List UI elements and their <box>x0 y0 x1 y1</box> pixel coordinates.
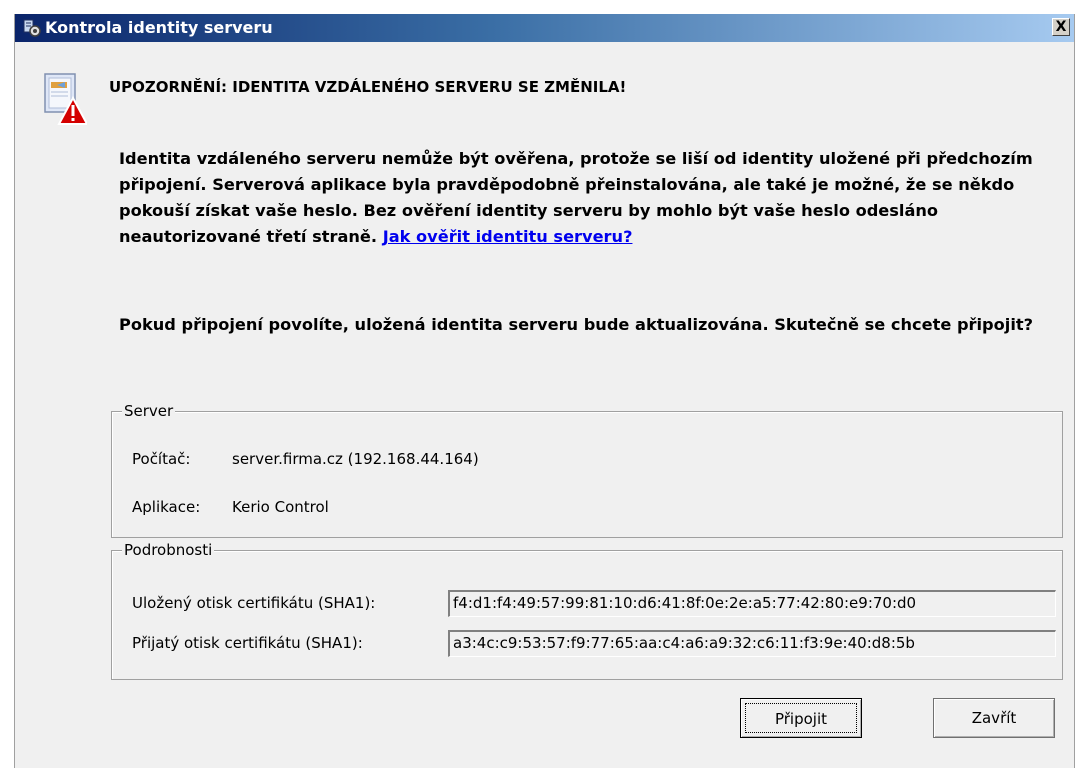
server-groupbox: Server Počítač: server.firma.cz (192.168… <box>111 402 1063 538</box>
dialog-window: Kontrola identity serveru X UPOZORNĚNÍ: … <box>14 14 1075 768</box>
computer-value: server.firma.cz (192.168.44.164) <box>232 450 479 468</box>
received-fingerprint-label: Přijatý otisk certifikátu (SHA1): <box>132 634 363 652</box>
application-label: Aplikace: <box>132 498 201 516</box>
confirm-question: Pokud připojení povolíte, uložená identi… <box>119 315 1033 334</box>
stored-fingerprint-field[interactable]: f4:d1:f4:49:57:99:81:10:d6:41:8f:0e:2e:a… <box>448 590 1056 617</box>
close-icon[interactable]: X <box>1052 18 1070 36</box>
certificate-warning-icon <box>41 72 89 126</box>
title-bar[interactable]: Kontrola identity serveru X <box>15 14 1074 42</box>
verify-identity-link[interactable]: Jak ověřit identitu serveru? <box>383 227 633 246</box>
details-legend: Podrobnosti <box>122 541 215 559</box>
connect-button[interactable]: Připojit <box>740 698 862 738</box>
connect-button-label: Připojit <box>745 703 857 733</box>
received-fingerprint-field[interactable]: a3:4c:c9:53:57:f9:77:65:aa:c4:a6:a9:32:c… <box>448 630 1056 657</box>
server-legend: Server <box>122 402 176 420</box>
details-groupbox: Podrobnosti Uložený otisk certifikátu (S… <box>111 541 1063 680</box>
close-button[interactable]: Zavřít <box>933 698 1055 738</box>
application-value: Kerio Control <box>232 498 329 516</box>
computer-label: Počítač: <box>132 450 191 468</box>
warning-heading: UPOZORNĚNÍ: IDENTITA VZDÁLENÉHO SERVERU … <box>109 78 627 96</box>
stored-fingerprint-label: Uložený otisk certifikátu (SHA1): <box>132 594 376 612</box>
window-title: Kontrola identity serveru <box>45 18 273 37</box>
warning-paragraph: Identita vzdáleného serveru nemůže být o… <box>119 146 1039 250</box>
server-gear-icon <box>21 18 43 38</box>
